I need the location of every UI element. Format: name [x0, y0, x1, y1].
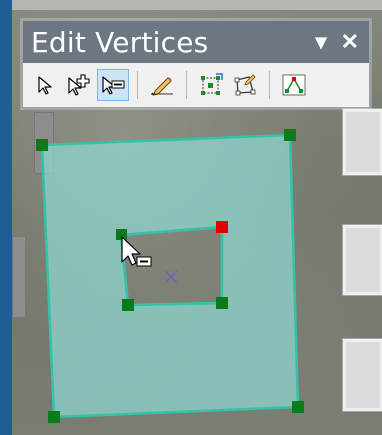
delete-vertex-button[interactable]: [97, 69, 129, 101]
tool-row: [23, 63, 369, 107]
vertex-handle[interactable]: [48, 411, 60, 423]
finish-sketch-button[interactable]: [278, 69, 310, 101]
pencil-icon: [151, 77, 173, 96]
close-x-icon[interactable]: ✕: [341, 31, 359, 53]
reshape-feature-button[interactable]: [195, 69, 227, 101]
vertex-handle[interactable]: [292, 401, 304, 413]
add-vertex-button[interactable]: [63, 69, 95, 101]
sketch-properties-button[interactable]: [146, 69, 178, 101]
edit-sketch-button[interactable]: [229, 69, 261, 101]
vertex-handle[interactable]: [36, 139, 48, 151]
toolbar-title: Edit Vertices: [31, 25, 209, 59]
toolbar-separator: [137, 71, 138, 99]
edit-vertices-toolbar[interactable]: Edit Vertices ▾ ✕: [22, 20, 370, 108]
toolbar-separator: [186, 71, 187, 99]
vertex-handle[interactable]: [284, 129, 296, 141]
arrow-minus-icon: [102, 76, 125, 95]
polygon-edit-icon: [234, 74, 256, 96]
vertex-handle[interactable]: [216, 297, 228, 309]
dropdown-triangle-icon[interactable]: ▾: [316, 31, 327, 53]
toolbar-titlebar[interactable]: Edit Vertices ▾ ✕: [23, 21, 369, 63]
inner-ring: [119, 225, 224, 307]
modify-vertex-button[interactable]: [29, 69, 61, 101]
arrow-select-icon: [38, 76, 52, 95]
grid-square-icon: [201, 73, 223, 95]
selected-vertex-handle[interactable]: [216, 221, 228, 233]
toolbar-separator: [269, 71, 270, 99]
arrow-plus-icon: [68, 74, 90, 96]
delete-vertex-cursor-icon: [121, 236, 152, 267]
vertex-handle[interactable]: [122, 299, 134, 311]
vertex-triangle-icon: [282, 74, 306, 96]
centroid-icon: [164, 270, 178, 284]
